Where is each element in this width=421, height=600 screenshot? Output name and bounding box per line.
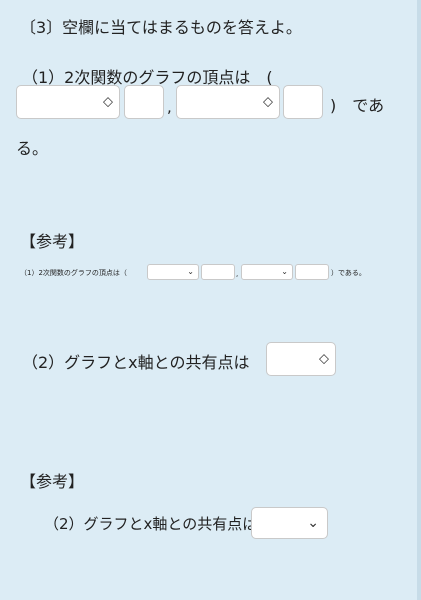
reference-title: 【参考】 bbox=[20, 472, 85, 491]
ref1-text: （1）2次関数のグラフの頂点は（ bbox=[20, 269, 127, 277]
q1-select-2[interactable]: ◇ bbox=[176, 85, 280, 119]
question-heading: 〔3〕空欄に当てはまるものを答えよ。 bbox=[20, 18, 302, 37]
chevron-down-icon: ⌄ bbox=[307, 515, 319, 531]
q1-line2: る。 bbox=[16, 139, 49, 158]
q1-comma: , bbox=[167, 98, 172, 116]
chevron-updown-icon: ◇ bbox=[103, 94, 113, 110]
q1-input-1[interactable] bbox=[124, 85, 164, 119]
q2-text: （2）グラフとx軸との共有点は bbox=[22, 353, 250, 372]
chevron-down-icon: ⌄ bbox=[187, 267, 194, 276]
scrollbar-track[interactable] bbox=[417, 0, 421, 600]
q1-input-2[interactable] bbox=[283, 85, 323, 119]
chevron-updown-icon: ◇ bbox=[319, 351, 329, 367]
ref1-comma: , bbox=[236, 270, 239, 278]
q1-close: ) であ bbox=[330, 96, 385, 115]
ref2-select[interactable]: ⌄ bbox=[251, 507, 328, 539]
ref2-text: （2）グラフとx軸との共有点は bbox=[44, 515, 258, 533]
chevron-updown-icon: ◇ bbox=[263, 94, 273, 110]
q1-select-1[interactable]: ◇ bbox=[16, 85, 120, 119]
ref1-input-2[interactable] bbox=[295, 264, 329, 280]
chevron-down-icon: ⌄ bbox=[281, 267, 288, 276]
ref1-select-2[interactable]: ⌄ bbox=[241, 264, 293, 280]
ref1-suffix: ）である。 bbox=[331, 269, 366, 277]
ref1-select-1[interactable]: ⌄ bbox=[147, 264, 199, 280]
ref1-input-1[interactable] bbox=[201, 264, 235, 280]
reference-title: 【参考】 bbox=[20, 232, 85, 251]
q2-select[interactable]: ◇ bbox=[266, 342, 336, 376]
